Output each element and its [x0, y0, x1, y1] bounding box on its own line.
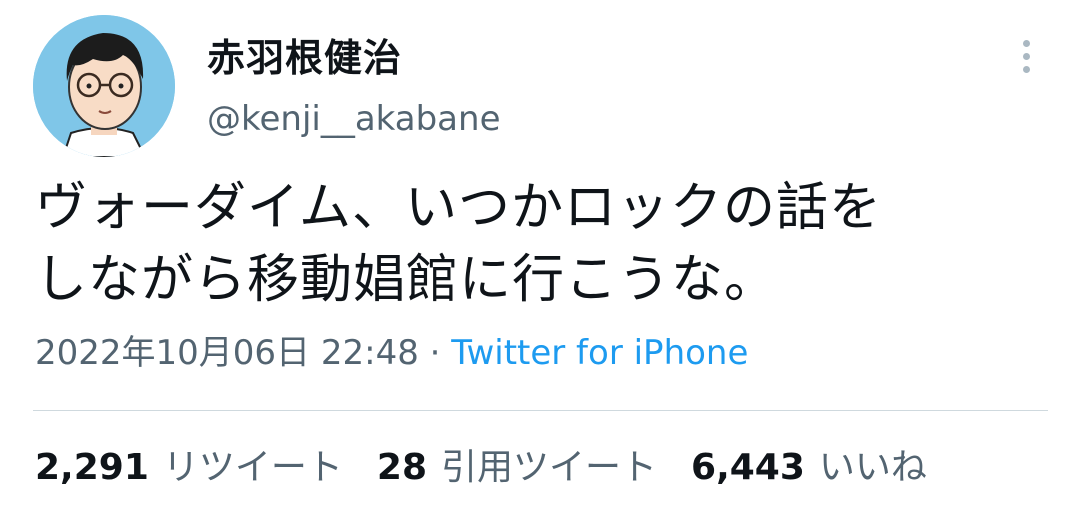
meta-separator: · [418, 333, 452, 373]
tweet-text-line: しながら移動娼館に行こうな。 [35, 250, 778, 310]
tweet-meta: 2022年10月06日 22:48 · Twitter for iPhone [35, 330, 748, 376]
tweet-text: ヴォーダイム、いつかロックの話を しながら移動娼館に行こうな。 [35, 172, 1045, 316]
like-count: 6,443 [691, 447, 805, 488]
tweet-source-link[interactable]: Twitter for iPhone [451, 333, 748, 373]
more-vertical-icon[interactable] [1012, 40, 1040, 80]
display-name[interactable]: 赤羽根健治 [207, 34, 402, 82]
like-label: いいね [818, 447, 927, 488]
tweet-timestamp[interactable]: 2022年10月06日 22:48 [35, 333, 419, 373]
divider [33, 410, 1048, 411]
retweet-label: リツイート [162, 447, 343, 488]
avatar[interactable] [33, 15, 175, 157]
user-handle[interactable]: @kenji__akabane [207, 98, 500, 140]
quote-tweet-label: 引用ツイート [441, 447, 658, 488]
retweet-count: 2,291 [35, 447, 149, 488]
avatar-illustration [33, 15, 175, 157]
likes-stat[interactable]: 6,443 いいね [691, 444, 927, 492]
retweets-stat[interactable]: 2,291 リツイート [35, 444, 343, 492]
quote-tweet-count: 28 [376, 447, 427, 488]
quote-tweets-stat[interactable]: 28 引用ツイート [377, 444, 657, 492]
tweet-text-line: ヴォーダイム、いつかロックの話を [35, 178, 882, 238]
engagement-stats: 2,291 リツイート 28 引用ツイート 6,443 いいね [35, 444, 961, 492]
tweet-card: 赤羽根健治 @kenji__akabane ヴォーダイム、いつかロックの話を し… [0, 0, 1080, 508]
